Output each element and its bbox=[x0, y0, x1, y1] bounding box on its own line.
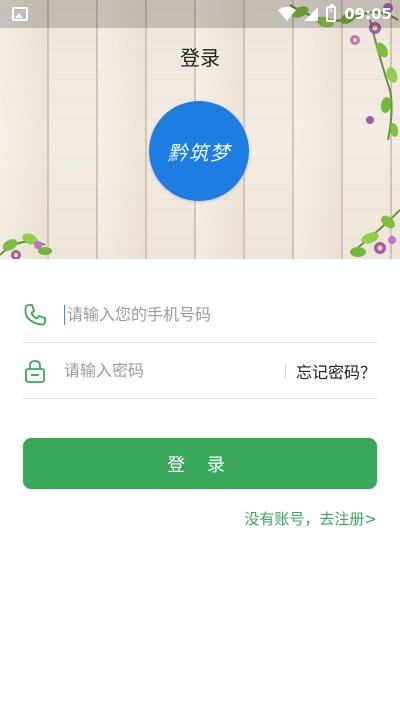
wifi-icon bbox=[278, 7, 297, 21]
login-button[interactable]: 登 录 bbox=[23, 438, 377, 489]
app-logo: 黔筑梦 bbox=[149, 101, 249, 201]
signal-icon bbox=[304, 7, 319, 21]
password-row: 忘记密码？ bbox=[22, 343, 378, 399]
battery-charging-icon bbox=[326, 4, 337, 22]
register-link[interactable]: 没有账号，去注册> bbox=[244, 508, 377, 529]
phone-row bbox=[22, 287, 378, 343]
page-title: 登录 bbox=[180, 46, 220, 70]
phone-input[interactable] bbox=[67, 299, 378, 330]
field-divider bbox=[284, 363, 286, 378]
logo-text: 黔筑梦 bbox=[167, 140, 231, 165]
password-input[interactable] bbox=[64, 355, 285, 386]
header-banner: 09:05 登录 黔筑梦 bbox=[0, 0, 400, 259]
lock-icon bbox=[25, 359, 45, 383]
text-caret bbox=[64, 304, 65, 325]
flower-decoration-bottom-left bbox=[0, 233, 52, 259]
status-time: 09:05 bbox=[344, 5, 392, 23]
wood-plank bbox=[98, 0, 146, 259]
forgot-password-link[interactable]: 忘记密码？ bbox=[296, 359, 376, 383]
flower-decoration-bottom-right bbox=[350, 209, 400, 257]
gallery-icon bbox=[12, 7, 28, 21]
phone-icon bbox=[24, 303, 46, 325]
status-bar: 09:05 bbox=[0, 0, 400, 28]
